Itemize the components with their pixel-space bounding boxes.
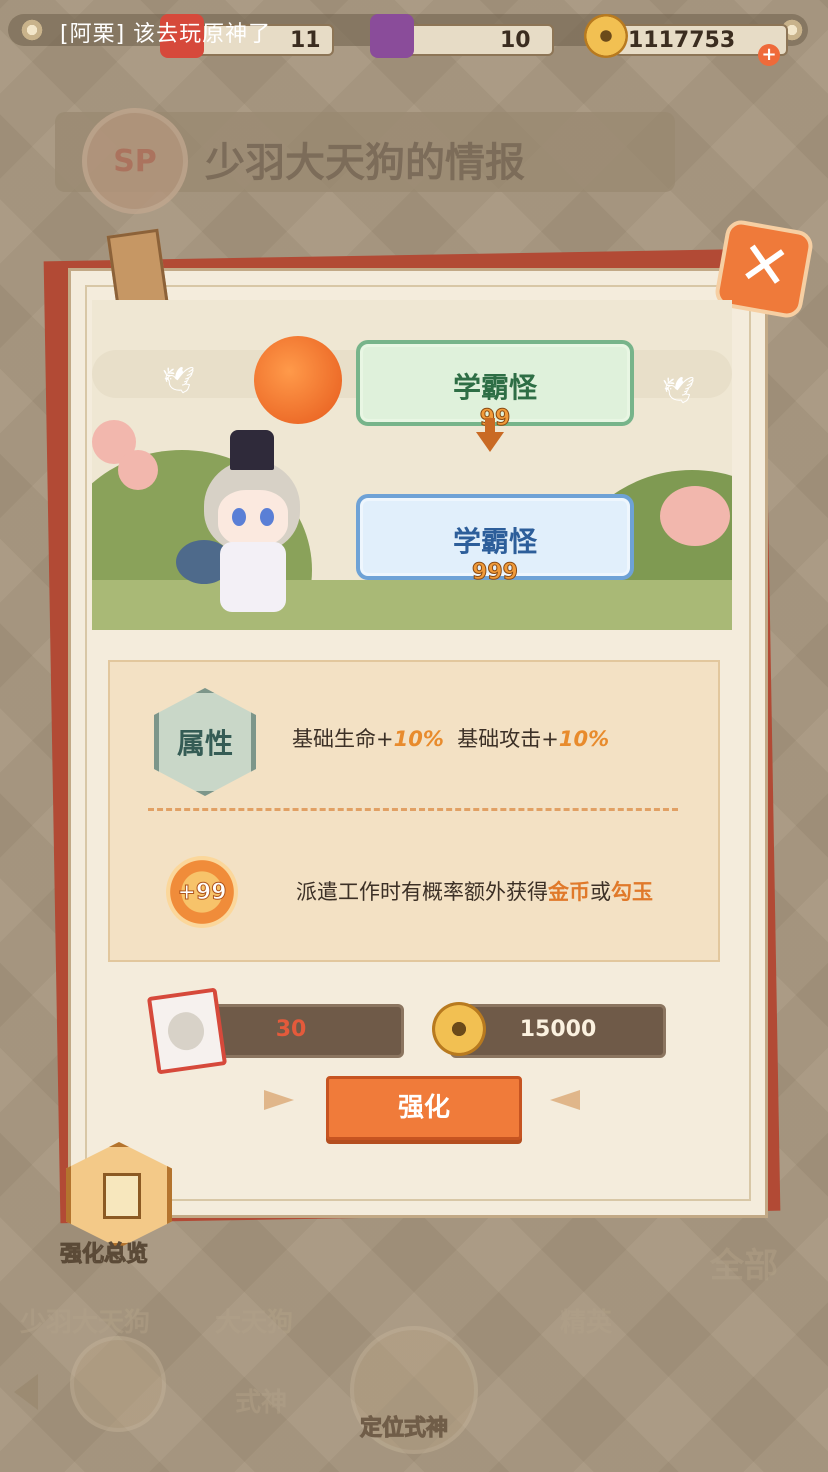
current-rank-plaque: 学霸怪 99	[356, 340, 634, 432]
ticket-icon	[370, 14, 414, 58]
eye	[232, 508, 246, 526]
gold-coin-icon	[584, 14, 628, 58]
blossom	[660, 486, 730, 546]
add-gold-icon[interactable]: +	[758, 44, 780, 66]
atk-bonus-value: 10%	[558, 727, 610, 751]
eye	[260, 508, 274, 526]
current-rank-level: 99	[479, 406, 511, 432]
character-body	[220, 542, 286, 612]
flag-decoration-icon	[550, 1090, 580, 1110]
notice-text: [阿栗] 该去玩原神了	[60, 22, 272, 47]
enhance-button[interactable]: 强化	[326, 1076, 522, 1140]
gold-coin-icon	[432, 1002, 486, 1056]
shard-portrait	[165, 1009, 207, 1053]
flag-decoration-icon	[264, 1090, 294, 1110]
ticket-count: 10	[500, 28, 531, 53]
hp-bonus-value: 10%	[393, 727, 444, 751]
dashed-divider	[148, 808, 678, 811]
next-rank-level: 999	[472, 560, 519, 586]
resource-pill	[400, 24, 554, 56]
ticket-resource: 10	[370, 14, 554, 58]
character-hat	[230, 430, 274, 470]
shikigami-character	[176, 430, 322, 620]
dispatch-bonus-text: 派遣工作时有概率额外获得金币或勾玉	[296, 876, 653, 906]
top-bar: 10 1117753 + [阿栗] 该去玩原神了 11	[0, 0, 828, 66]
hp-bonus-label: 基础生命+	[292, 727, 394, 751]
bird-icon: 🕊	[162, 366, 196, 396]
blossom	[118, 450, 158, 490]
dispatch-jade: 勾玉	[611, 880, 653, 904]
character-face	[218, 490, 288, 546]
flower-icon	[20, 18, 44, 42]
dispatch-gold: 金币	[548, 880, 590, 904]
bird-icon: 🕊	[662, 376, 696, 406]
overview-label[interactable]: 强化总览	[59, 1236, 148, 1268]
gold-resource: 1117753 +	[584, 14, 788, 66]
dispatch-prefix: 派遣工作时有概率额外获得	[296, 880, 548, 904]
attribute-bonus-text: 基础生命+10% 基础攻击+10%	[292, 723, 609, 753]
document-icon	[103, 1173, 141, 1219]
shard-count-value: 11	[290, 28, 321, 53]
gold-count: 1117753	[628, 28, 736, 53]
atk-bonus-label: 基础攻击+	[457, 727, 559, 751]
current-rank-label: 学霸怪	[452, 371, 537, 404]
next-rank-plaque: 学霸怪 999	[356, 494, 634, 586]
sun-icon	[254, 336, 342, 424]
arrow-down-head	[476, 432, 504, 452]
next-rank-label: 学霸怪	[452, 525, 537, 558]
dispatch-or: 或	[590, 880, 611, 904]
shikigami-shard-icon	[146, 987, 228, 1075]
bonus-coin-icon: +99	[166, 856, 238, 928]
